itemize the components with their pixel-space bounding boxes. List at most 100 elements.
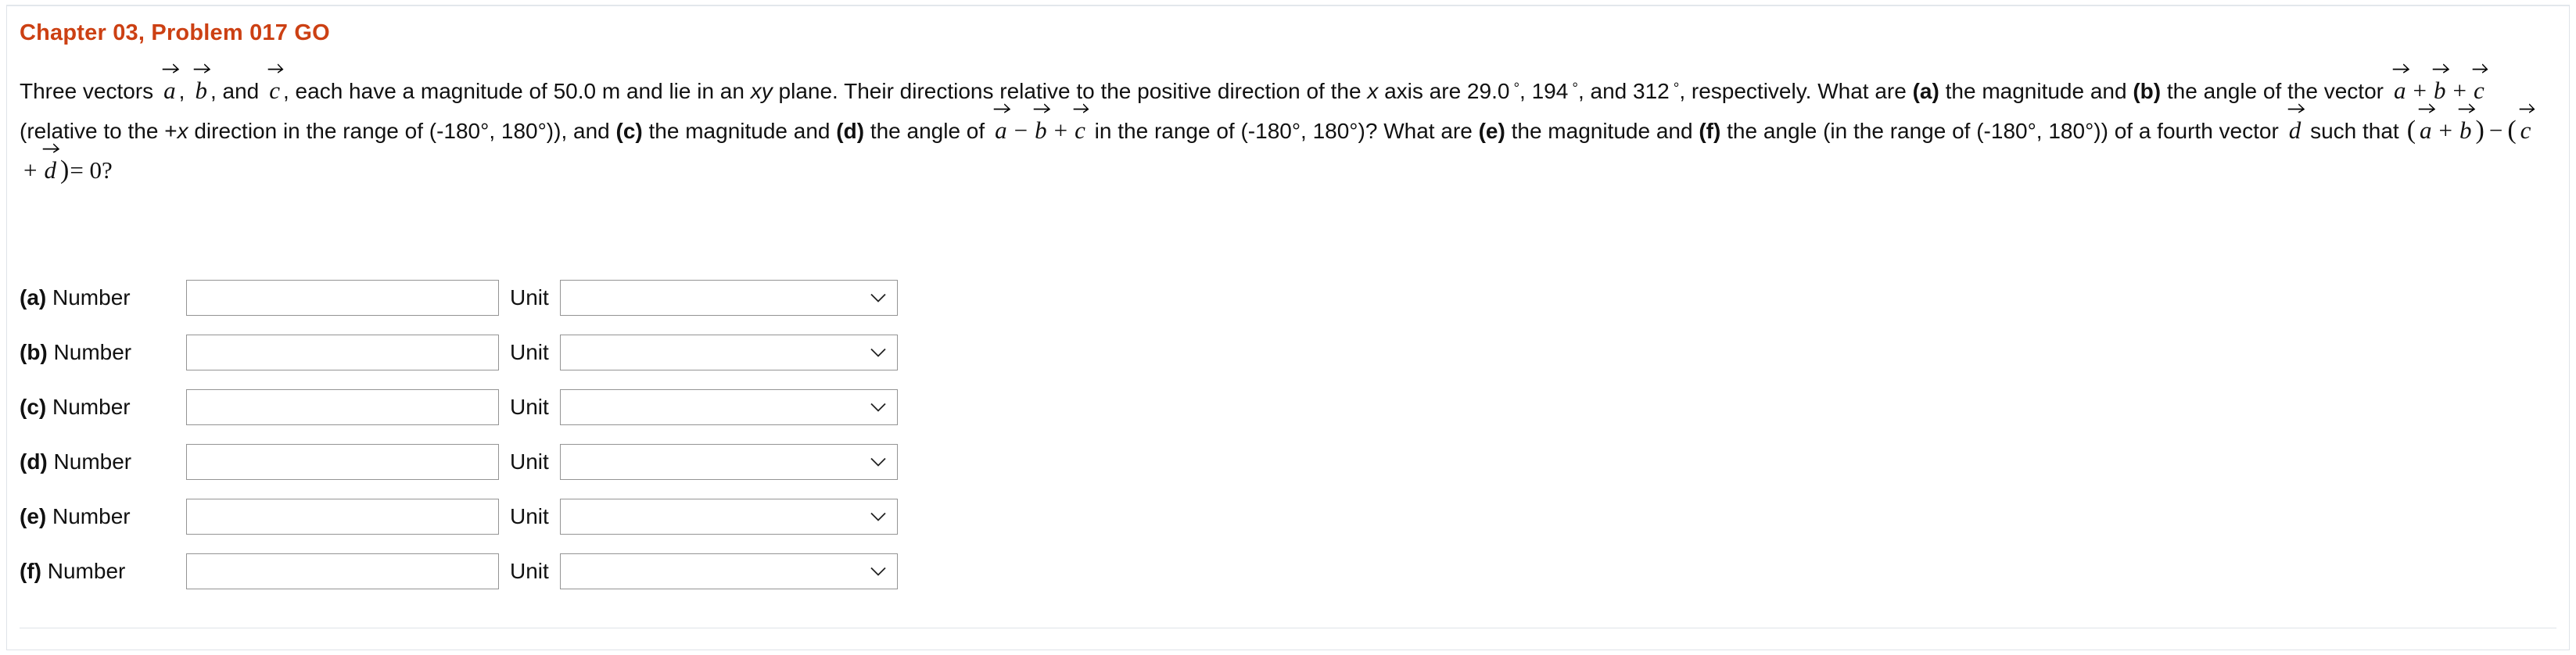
number-input-f[interactable] bbox=[186, 553, 499, 589]
number-label-e: Number bbox=[52, 504, 131, 528]
statement-text-12: the magnitude and bbox=[648, 119, 831, 143]
number-input-b[interactable] bbox=[186, 335, 499, 370]
statement-text-18: such that bbox=[2310, 119, 2399, 143]
vector-b-1: b bbox=[193, 63, 211, 102]
answer-row-f: (f) Number Unit bbox=[20, 544, 898, 599]
x-axis-label-1: x bbox=[1367, 79, 1379, 103]
number-input-d[interactable] bbox=[186, 444, 499, 480]
part-label-d: (d) bbox=[836, 119, 865, 143]
answer-label-a: (a) Number bbox=[20, 285, 186, 310]
statement-text-4: axis are 29.0 bbox=[1384, 79, 1510, 103]
unit-label-f: Unit bbox=[510, 559, 549, 583]
unit-select-wrap-a bbox=[559, 280, 898, 316]
answer-rows: (a) Number Unit (b) Number Unit (c) Numb… bbox=[20, 270, 898, 599]
statement-text-13: the angle of bbox=[870, 119, 985, 143]
answer-row-c: (c) Number Unit bbox=[20, 380, 898, 435]
vector-a-2: a bbox=[2392, 63, 2410, 102]
vector-c-4: c bbox=[2519, 103, 2535, 142]
unit-label-c: Unit bbox=[510, 395, 549, 419]
answer-key-b: (b) bbox=[20, 340, 48, 364]
unit-select-c[interactable] bbox=[559, 389, 898, 425]
number-input-e[interactable] bbox=[186, 499, 499, 535]
part-label-b: (b) bbox=[2133, 79, 2162, 103]
statement-text-17: the angle (in the range of (-180°, 180°)… bbox=[1727, 119, 2279, 143]
vector-arrow-icon bbox=[42, 142, 60, 153]
statement-text-5: , 194 bbox=[1519, 79, 1569, 103]
statement-text-15: What are bbox=[1383, 119, 1473, 143]
answer-row-e: (e) Number Unit bbox=[20, 489, 898, 544]
answer-row-a: (a) Number Unit bbox=[20, 270, 898, 325]
unit-select-d[interactable] bbox=[559, 444, 898, 480]
vector-arrow-icon bbox=[1033, 102, 1051, 113]
statement-text-10: (relative to the + bbox=[20, 119, 178, 143]
statement-text-1: Three vectors bbox=[20, 79, 154, 103]
unit-select-b[interactable] bbox=[559, 335, 898, 370]
vector-a-1: a bbox=[162, 63, 180, 102]
math-paren-open-1: ( bbox=[2406, 116, 2416, 145]
answer-key-c: (c) bbox=[20, 395, 47, 419]
statement-text-14: in the range of (-180°, 180°)? bbox=[1094, 119, 1378, 143]
unit-select-e[interactable] bbox=[559, 499, 898, 535]
vector-arrow-icon bbox=[993, 102, 1011, 113]
number-label-c: Number bbox=[52, 395, 131, 419]
statement-text-16: the magnitude and bbox=[1511, 119, 1693, 143]
vector-arrow-icon bbox=[193, 63, 211, 73]
degree-symbol-1: ° bbox=[1513, 81, 1520, 97]
math-paren-open-2: ( bbox=[2507, 116, 2517, 145]
answer-key-e: (e) bbox=[20, 504, 47, 528]
part-label-f: (f) bbox=[1699, 119, 1721, 143]
unit-select-wrap-e bbox=[559, 499, 898, 535]
statement-text-3: plane. Their directions relative to the … bbox=[778, 79, 1362, 103]
math-paren-close-2: ) bbox=[59, 156, 70, 184]
vector-d-2: d bbox=[42, 143, 60, 182]
number-input-a[interactable] bbox=[186, 280, 499, 316]
statement-text-11: direction in the range of (-180°, 180°))… bbox=[194, 119, 610, 143]
answer-key-f: (f) bbox=[20, 559, 41, 583]
vector-d-1: d bbox=[2287, 103, 2305, 142]
number-input-c[interactable] bbox=[186, 389, 499, 425]
unit-label-e: Unit bbox=[510, 504, 549, 528]
problem-panel: Chapter 03, Problem 017 GO Three vectors… bbox=[6, 5, 2570, 650]
math-paren-close-1: ) bbox=[2475, 116, 2485, 145]
vector-arrow-icon bbox=[2519, 102, 2535, 113]
answer-label-f: (f) Number bbox=[20, 559, 186, 584]
math-plus-2: + bbox=[2452, 77, 2467, 104]
math-minus-1: − bbox=[1014, 116, 1028, 144]
xy-plane-label: xy bbox=[750, 79, 773, 103]
number-label-d: Number bbox=[53, 449, 132, 474]
unit-label-a: Unit bbox=[510, 285, 549, 310]
vector-arrow-icon bbox=[2392, 63, 2410, 73]
statement-comma-2: , and bbox=[210, 79, 260, 103]
unit-select-a[interactable] bbox=[559, 280, 898, 316]
vector-a-4: a bbox=[2418, 103, 2436, 142]
vector-arrow-icon bbox=[2432, 63, 2450, 73]
degree-symbol-2: ° bbox=[1572, 81, 1578, 97]
vector-c-2: c bbox=[2472, 63, 2488, 102]
vector-c-1: c bbox=[267, 63, 284, 102]
vector-arrow-icon bbox=[162, 63, 180, 73]
unit-select-wrap-c bbox=[559, 389, 898, 425]
part-label-c: (c) bbox=[615, 119, 643, 143]
answer-row-d: (d) Number Unit bbox=[20, 435, 898, 489]
problem-content: Chapter 03, Problem 017 GO Three vectors… bbox=[20, 20, 2561, 191]
statement-text-2: , each have a magnitude of 50.0 m and li… bbox=[283, 79, 744, 103]
part-label-a: (a) bbox=[1912, 79, 1939, 103]
statement-text-9: the angle of the vector bbox=[2166, 79, 2384, 103]
vector-b-2: b bbox=[2432, 63, 2450, 102]
math-plus-1: + bbox=[2413, 77, 2427, 104]
unit-select-f[interactable] bbox=[559, 553, 898, 589]
vector-arrow-icon bbox=[2287, 102, 2305, 113]
vector-a-3: a bbox=[993, 103, 1011, 142]
answer-key-d: (d) bbox=[20, 449, 48, 474]
answer-label-b: (b) Number bbox=[20, 340, 186, 365]
answer-row-b: (b) Number Unit bbox=[20, 325, 898, 380]
degree-symbol-3: ° bbox=[1673, 81, 1680, 97]
x-axis-label-2: x bbox=[177, 119, 188, 143]
vector-b-4: b bbox=[2458, 103, 2476, 142]
math-plus-4: + bbox=[2438, 116, 2453, 144]
number-label-b: Number bbox=[53, 340, 132, 364]
statement-comma-1: , bbox=[178, 79, 185, 103]
math-equals-zero: = 0? bbox=[70, 156, 113, 184]
math-plus-5: + bbox=[23, 156, 38, 184]
unit-label-b: Unit bbox=[510, 340, 549, 364]
